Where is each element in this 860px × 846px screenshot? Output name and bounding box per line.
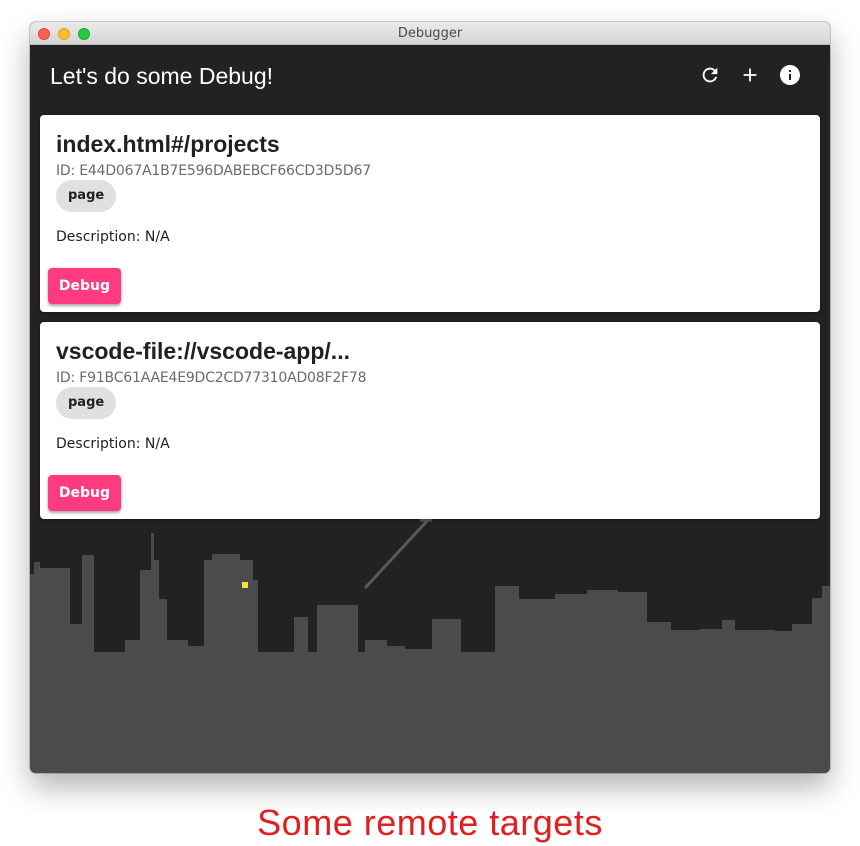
info-button[interactable] (778, 63, 802, 87)
target-description: Description: N/A (56, 436, 170, 452)
screenshot-caption: Some remote targets (257, 802, 603, 843)
target-id: ID: E44D067A1B7E596DABEBCF66CD3D5D67 (56, 163, 371, 179)
window-titlebar[interactable]: Debugger (30, 22, 830, 45)
window-title: Debugger (397, 26, 463, 41)
app-title: Let's do some Debug! (50, 63, 274, 89)
debug-button[interactable]: Debug (48, 475, 121, 511)
add-target-button[interactable] (738, 63, 762, 87)
refresh-icon (702, 67, 718, 83)
info-icon (780, 65, 800, 85)
target-title: index.html#/projects (56, 131, 280, 157)
city-skyline-illustration (30, 518, 830, 773)
refresh-button[interactable] (698, 63, 722, 87)
target-type-chip: page (56, 387, 117, 419)
target-description: Description: N/A (56, 229, 170, 245)
target-title: vscode-file://vscode-app/... (56, 338, 350, 364)
app-header: Let's do some Debug! (30, 45, 830, 109)
target-type-chip: page (56, 180, 117, 212)
target-card: vscode-file://vscode-app/... ID: F91BC61… (40, 322, 820, 519)
plus-icon (743, 68, 757, 82)
app-window: Debugger Let's do some Debug! index.html… (30, 22, 830, 773)
debug-button[interactable]: Debug (48, 268, 121, 304)
target-id: ID: F91BC61AAE4E9DC2CD77310AD08F2F78 (56, 370, 367, 386)
target-card: index.html#/projects ID: E44D067A1B7E596… (40, 115, 820, 312)
